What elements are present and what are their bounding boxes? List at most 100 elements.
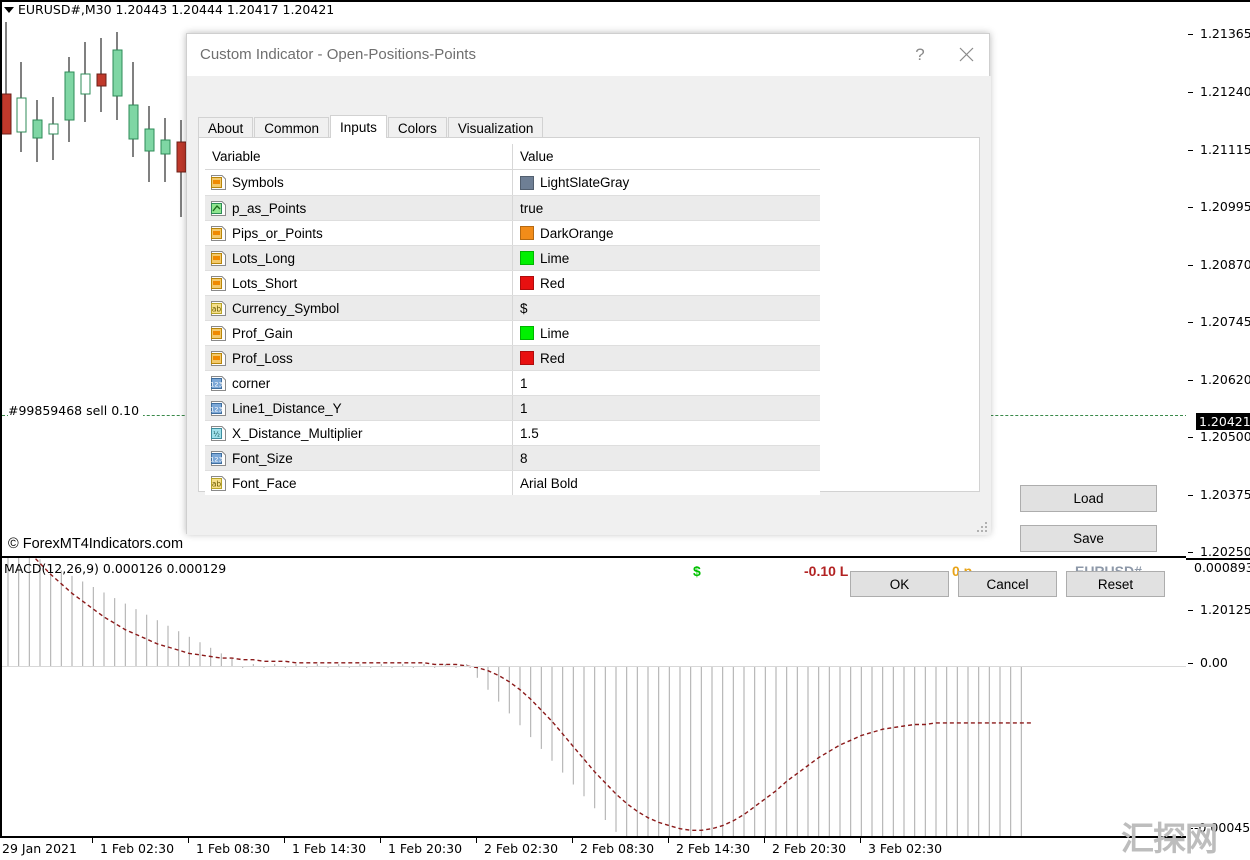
tab-about[interactable]: About	[198, 117, 254, 138]
reset-button[interactable]: Reset	[1066, 571, 1165, 597]
value-cell[interactable]: Red	[512, 271, 820, 295]
table-row[interactable]: 123 Line1_Distance_Y 1	[205, 395, 820, 420]
value-cell[interactable]: 8	[512, 446, 820, 470]
price-axis-label: 1.20995	[1200, 199, 1250, 214]
column-header-variable: Variable	[212, 149, 261, 164]
value-cell[interactable]: 1	[512, 396, 820, 420]
value-text: Arial Bold	[520, 475, 578, 491]
dialog-titlebar[interactable]: Custom Indicator - Open-Positions-Points…	[187, 34, 989, 76]
load-button[interactable]: Load	[1020, 485, 1157, 512]
table-row[interactable]: 123 Font_Size 8	[205, 445, 820, 470]
value-cell[interactable]: Red	[512, 346, 820, 370]
variable-name: Pips_or_Points	[232, 225, 323, 241]
variable-cell: 123 corner	[205, 371, 512, 395]
color-icon	[211, 250, 226, 266]
axis-tick	[1188, 610, 1193, 611]
tab-label: Common	[264, 120, 320, 136]
value-cell[interactable]: 1.5	[512, 421, 820, 445]
dialog-title: Custom Indicator - Open-Positions-Points	[200, 46, 476, 63]
value-cell[interactable]: true	[512, 196, 820, 220]
close-icon[interactable]	[943, 34, 989, 75]
time-tick	[476, 838, 477, 843]
table-row[interactable]: ab Currency_Symbol $	[205, 295, 820, 320]
time-axis[interactable]: 29 Jan 2021 1 Feb 02:30 1 Feb 08:30 1 Feb 1…	[0, 838, 1250, 860]
value-cell[interactable]: LightSlateGray	[512, 170, 820, 195]
axis-tick	[1188, 265, 1193, 266]
table-row[interactable]: ab Font_Face Arial Bold	[205, 470, 820, 495]
table-body: Symbols LightSlateGray p_as_Points true Pips…	[205, 170, 820, 495]
value-text: Red	[540, 350, 565, 366]
variable-cell: Prof_Gain	[205, 321, 512, 345]
save-button[interactable]: Save	[1020, 525, 1157, 552]
help-glyph: ?	[915, 44, 925, 64]
price-axis[interactable]: 1.21365 1.21240 1.21115 1.20995 1.20870 1.207…	[1186, 0, 1250, 838]
time-tick	[92, 838, 93, 843]
value-cell[interactable]: Lime	[512, 246, 820, 270]
color-swatch	[520, 251, 534, 265]
table-row[interactable]: ½ X_Distance_Multiplier 1.5	[205, 420, 820, 445]
ok-button[interactable]: OK	[850, 571, 949, 597]
time-axis-label: 3 Feb 02:30	[868, 841, 943, 856]
value-cell[interactable]: $	[512, 296, 820, 320]
help-icon[interactable]: ?	[897, 34, 943, 75]
variable-name: X_Distance_Multiplier	[232, 425, 363, 441]
variable-cell: ab Currency_Symbol	[205, 296, 512, 320]
time-tick	[764, 838, 765, 843]
time-tick	[572, 838, 573, 843]
value-cell[interactable]: Arial Bold	[512, 471, 820, 495]
macd-indicator-pane[interactable]	[0, 558, 1186, 838]
color-swatch	[520, 276, 534, 290]
variable-name: Font_Face	[232, 475, 297, 491]
table-row[interactable]: Pips_or_Points DarkOrange	[205, 220, 820, 245]
tab-common[interactable]: Common	[254, 117, 330, 138]
cancel-button[interactable]: Cancel	[958, 571, 1057, 597]
color-icon	[211, 350, 226, 366]
symbol-period-text: EURUSD#,M30 1.20443 1.20444 1.20417 1.20…	[18, 2, 335, 17]
variable-cell: ab Font_Face	[205, 471, 512, 495]
price-axis-label: 1.20870	[1200, 257, 1250, 272]
time-tick	[860, 838, 861, 843]
table-row[interactable]: p_as_Points true	[205, 195, 820, 220]
value-cell[interactable]: DarkOrange	[512, 221, 820, 245]
table-row[interactable]: Prof_Gain Lime	[205, 320, 820, 345]
variable-name: Prof_Gain	[232, 325, 293, 341]
table-row[interactable]: Symbols LightSlateGray	[205, 170, 820, 195]
tab-bar[interactable]: About Common Inputs Colors Visualization	[198, 115, 544, 138]
table-row[interactable]: 123 corner 1	[205, 370, 820, 395]
value-cell[interactable]: Lime	[512, 321, 820, 345]
table-row[interactable]: Lots_Long Lime	[205, 245, 820, 270]
variable-name: Currency_Symbol	[232, 300, 340, 316]
variable-name: p_as_Points	[232, 200, 307, 216]
chevron-down-icon[interactable]	[4, 6, 14, 13]
inputs-table[interactable]: Variable Value Symbols LightSlateGray p_as…	[205, 143, 820, 495]
variable-cell: 123 Font_Size	[205, 446, 512, 470]
axis-tick	[1188, 437, 1193, 438]
axis-tick	[1188, 92, 1193, 93]
string-icon: ab	[211, 300, 226, 316]
variable-cell: p_as_Points	[205, 196, 512, 220]
tab-label: Inputs	[340, 119, 377, 135]
tab-visualization[interactable]: Visualization	[447, 117, 544, 138]
int-icon: 123	[211, 400, 226, 416]
axis-tick	[1188, 207, 1193, 208]
tab-inputs[interactable]: Inputs	[330, 115, 387, 138]
open-position-label: #99859468 sell 0.10	[8, 403, 144, 418]
variable-cell: 123 Line1_Distance_Y	[205, 396, 512, 420]
variable-cell: Prof_Loss	[205, 346, 512, 370]
value-text: 8	[520, 450, 528, 466]
macd-zero-line	[2, 666, 1186, 667]
tab-colors[interactable]: Colors	[387, 117, 447, 138]
axis-tick	[1188, 322, 1193, 323]
axis-tick	[1188, 150, 1193, 151]
value-cell[interactable]: 1	[512, 371, 820, 395]
table-row[interactable]: Lots_Short Red	[205, 270, 820, 295]
resize-grip[interactable]	[977, 522, 987, 532]
color-swatch	[520, 351, 534, 365]
price-axis-label: 1.21365	[1200, 26, 1250, 41]
variable-cell: Pips_or_Points	[205, 221, 512, 245]
variable-name: Lots_Short	[232, 275, 298, 291]
custom-indicator-dialog[interactable]: Custom Indicator - Open-Positions-Points…	[186, 33, 1165, 597]
table-row[interactable]: Prof_Loss Red	[205, 345, 820, 370]
time-axis-label: 1 Feb 14:30	[292, 841, 367, 856]
variable-name: Lots_Long	[232, 250, 296, 266]
